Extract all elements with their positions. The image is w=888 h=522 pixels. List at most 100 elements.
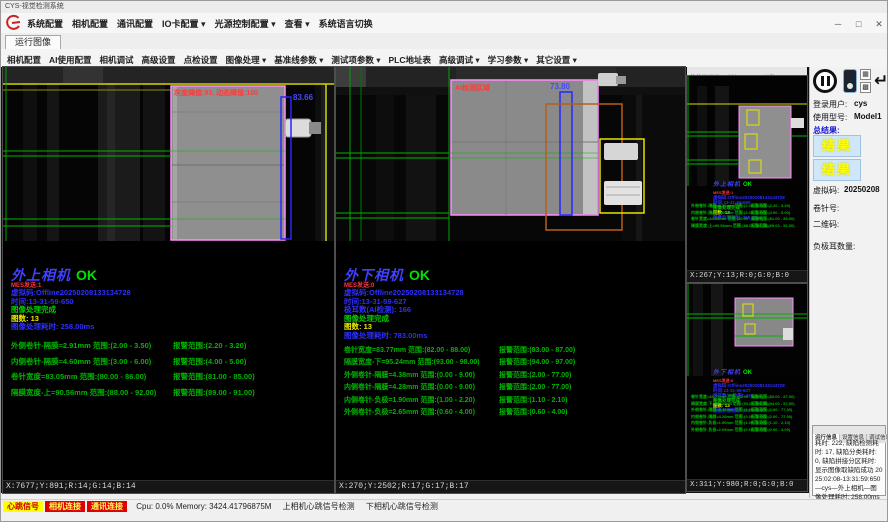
preview-column: 缩放图显示所有画面图缺陷画面图 外上相机OKMES发送:1虚拟码:Offlin xyxy=(687,67,807,493)
titlebar: CYS-视觉检测系统 xyxy=(1,1,888,13)
login-label: 登录用户: xyxy=(813,99,847,110)
measurement-row: 外侧卷针-隔膜=4.38mm 范围:(0.00 - 9.00)报警范围:(2.0… xyxy=(344,370,683,382)
measurement-value: 外侧卷针-隔膜=4.38mm 范围:(0.00 - 9.00) xyxy=(344,370,499,382)
left-coords: X:7677;Y:891;R:14;G:14;B:14 xyxy=(3,480,334,493)
measurement-value: 外侧卷针-负极=2.65mm 范围:(0.60 - 4.00) xyxy=(344,407,499,419)
toolbar-items: 相机配置AI使用配置相机调试高级设置点检设置图像处理 ▾基准线参数 ▾测试项参数… xyxy=(7,49,585,69)
measurement-row: 隔膜宽度-上=90.56mm 范围:(88.00 - 92.00)报警范围:(8… xyxy=(691,223,806,230)
window-title: CYS-视觉检测系统 xyxy=(5,3,64,10)
cpu-memory-text: Cpu: 0.0% Memory: 3424.41796875M xyxy=(136,502,271,511)
measurement-row: 外侧卷针-负极=2.65mm 范围:(0.60 - 4.00)报警范围:(0.6… xyxy=(691,427,806,434)
measurement-row: 隔膜宽度-下=95.24mm 范围:(93.00 - 98.00)报警范围:(9… xyxy=(344,357,683,369)
preview-top-panel[interactable]: 外上相机OKMES发送:1虚拟码:Offline2025020813313472… xyxy=(687,76,807,282)
preview-bottom-coords: X:311;Y:980;R:0;G:0;B:0 xyxy=(687,479,807,491)
toolbar: 相机配置AI使用配置相机调试高级设置点检设置图像处理 ▾基准线参数 ▾测试项参数… xyxy=(1,49,888,68)
maximize-button[interactable]: □ xyxy=(851,14,867,34)
measurement-value: 内侧卷针-负极=1.90mm 范围:(1.00 - 2.20) xyxy=(344,395,499,407)
measurement-value: 卷针宽度=83.77mm 范围:(82.00 - 88.00) xyxy=(344,345,499,357)
mid-camera-panel: AI检测区域 73.80 外下相机OKMES发送:0虚拟码:Offline202… xyxy=(336,67,685,493)
ai-region-label: AI检测区域 xyxy=(455,83,490,92)
left-measurements: 外侧卷针-隔膜=2.91mm 范围:(2.00 - 3.50)报警范围:(2.2… xyxy=(11,338,332,400)
camera-result: OK xyxy=(743,370,752,376)
menu-item[interactable]: IO卡配置 ▾ xyxy=(162,14,206,34)
model-value: Model1 xyxy=(854,112,882,121)
status-badges: 心跳信号相机连接通讯连接 xyxy=(3,502,129,511)
menu-item[interactable]: 光源控制配置 ▾ xyxy=(215,14,276,34)
info-tabs: 运行信息设置信息调试信息 xyxy=(813,426,885,437)
measurement-row: 内侧卷针-隔膜=4.28mm 范围:(0.00 - 9.00)报警范围:(2.0… xyxy=(344,382,683,394)
menu-item[interactable]: 通讯配置 xyxy=(117,14,153,34)
measurement-value: 内侧卷针-隔膜=4.60mm 范围:(3.00 - 6.00) xyxy=(11,354,173,370)
upper-camera-heartbeat-link[interactable]: 上相机心跳信号检测 xyxy=(283,502,355,511)
mid-camera-image[interactable]: AI检测区域 73.80 xyxy=(336,67,685,241)
mid-measurements: 卷针宽度=83.77mm 范围:(82.00 - 88.00)报警范围:(83.… xyxy=(344,345,683,419)
sidebar-field-label: 负极耳数量: xyxy=(813,241,855,252)
app-window: CYS-视觉检测系统 系统配置相机配置通讯配置 IO卡配置 ▾ 光源控制配置 ▾ 查看… xyxy=(0,0,888,522)
alarm-range: 报警范围:(89.00 - 91.00) xyxy=(751,223,795,230)
measurement-row: 隔膜宽度-上=90.56mm 范围:(88.00 - 92.00)报警范围:(8… xyxy=(11,385,332,401)
tab-run-image[interactable]: 运行图像 xyxy=(5,35,61,50)
preview-bottom-panel[interactable]: 外下相机OKMES发送:0虚拟码:Offline2025020813313472… xyxy=(687,284,807,491)
preview-top-measurements: 外侧卷针-隔膜=2.91mm 范围:(2.00 - 3.50)报警范围:(2.2… xyxy=(691,203,806,229)
sidebar: ▦ ▩ ↵ 登录用户: cys 使用型号: Model1 总结果: 结果 结果 … xyxy=(809,67,888,498)
close-button[interactable]: ✕ xyxy=(871,14,887,34)
alarm-range: 报警范围:(89.00 - 91.00) xyxy=(173,385,255,401)
tab-row: 运行图像 xyxy=(1,33,888,50)
left-camera-image[interactable]: 83.66 灰度阈值:93, 动态阈值:100 xyxy=(3,67,334,241)
menu-item[interactable]: 系统语言切换 xyxy=(319,14,373,34)
alarm-range: 报警范围:(0.60 - 4.00) xyxy=(499,407,567,419)
alarm-range: 报警范围:(94.00 - 97.00) xyxy=(499,357,575,369)
measurement-value: 隔膜宽度-下=95.24mm 范围:(93.00 - 98.00) xyxy=(344,357,499,369)
preview-top-image[interactable] xyxy=(687,76,807,186)
measurement-value: 隔膜宽度-上=90.56mm 范围:(88.00 - 92.00) xyxy=(691,223,751,230)
result-badge-2: 结果 xyxy=(813,159,861,181)
camera-result-title: 外上相机OK xyxy=(713,173,785,191)
menu-item[interactable]: 系统配置 xyxy=(27,14,63,34)
menu-item[interactable]: 相机配置 xyxy=(72,14,108,34)
minimize-button[interactable]: ─ xyxy=(830,14,846,34)
lower-camera-heartbeat-link[interactable]: 下相机心跳信号检测 xyxy=(366,502,438,511)
left-result-overlay: 外上相机OKMES发送:1虚拟码:Offline2025020813313472… xyxy=(11,265,131,332)
camera-result: OK xyxy=(409,267,430,283)
measurement-value: 外侧卷针-负极=2.65mm 范围:(0.60 - 4.00) xyxy=(691,427,751,434)
sidebar-field-value: 20250208 xyxy=(844,185,880,194)
sidebar-field-label: 卷针号: xyxy=(813,203,839,214)
pause-button[interactable] xyxy=(813,69,837,93)
layout-button-1[interactable]: ▦ xyxy=(860,69,871,80)
layout-button-2[interactable]: ▩ xyxy=(860,82,871,93)
left-camera-panel: 83.66 灰度阈值:93, 动态阈值:100 外上相机OKMES发送:1虚拟码… xyxy=(3,67,334,493)
menubar: 系统配置相机配置通讯配置 IO卡配置 ▾ 光源控制配置 ▾ 查看 ▾ 系统语言切换 ─ … xyxy=(1,13,888,34)
sidebar-field-label: 二维码: xyxy=(813,219,839,230)
measurement-value: 隔膜宽度-上=90.56mm 范围:(88.00 - 92.00) xyxy=(11,385,173,401)
alarm-range: 报警范围:(81.00 - 85.00) xyxy=(173,369,255,385)
result-badge-1: 结果 xyxy=(813,135,861,157)
camera-result-title: 外下相机 OK xyxy=(344,265,464,285)
info-box: 运行信息设置信息调试信息 耗时: 222, 缺陷检测耗时: 17, 缺陷分类耗时… xyxy=(812,425,886,496)
status-badge: 心跳信号 xyxy=(3,501,43,512)
statusbar: 心跳信号相机连接通讯连接 Cpu: 0.0% Memory: 3424.4179… xyxy=(1,499,888,513)
alarm-range: 报警范围:(0.60 - 4.00) xyxy=(751,427,790,434)
mid-result-overlay: 外下相机OKMES发送:0虚拟码:Offline2025020813313472… xyxy=(344,265,464,340)
alarm-range: 报警范围:(4.00 - 5.00) xyxy=(173,354,246,370)
camera-name: 外下相机 xyxy=(344,267,404,283)
overlay-line: 图像处理耗时: 258.00ms xyxy=(11,323,131,332)
return-arrow-button[interactable]: ↵ xyxy=(874,69,888,93)
camera-result-title: 外下相机OK xyxy=(713,361,785,379)
camera-result: OK xyxy=(76,267,97,283)
left-measure-label: 83.66 xyxy=(293,93,314,102)
status-badge: 通讯连接 xyxy=(87,501,127,512)
camera-result-title: 外上相机OK xyxy=(11,265,131,285)
camera-name: 外下相机 xyxy=(713,370,741,376)
menu-items: 系统配置相机配置通讯配置 IO卡配置 ▾ 光源控制配置 ▾ 查看 ▾ 系统语言切换 xyxy=(27,13,382,33)
mid-measure-label: 73.80 xyxy=(550,82,571,91)
window-controls: ─ □ ✕ xyxy=(830,13,887,33)
device-icon-button[interactable] xyxy=(843,69,857,93)
alarm-range: 报警范围:(1.10 - 2.10) xyxy=(499,395,567,407)
measurement-row: 外侧卷针-负极=2.65mm 范围:(0.60 - 4.00)报警范围:(0.6… xyxy=(344,407,683,419)
measurement-row: 卷针宽度=83.77mm 范围:(82.00 - 88.00)报警范围:(83.… xyxy=(344,345,683,357)
mid-coords: X:270;Y:2502;R:17;G:17;B:17 xyxy=(336,480,685,493)
menu-item[interactable]: 查看 ▾ xyxy=(285,14,310,34)
app-logo-icon xyxy=(4,14,22,31)
camera-result: OK xyxy=(743,182,752,188)
measurement-value: 外侧卷针-隔膜=2.91mm 范围:(2.00 - 3.50) xyxy=(11,338,173,354)
